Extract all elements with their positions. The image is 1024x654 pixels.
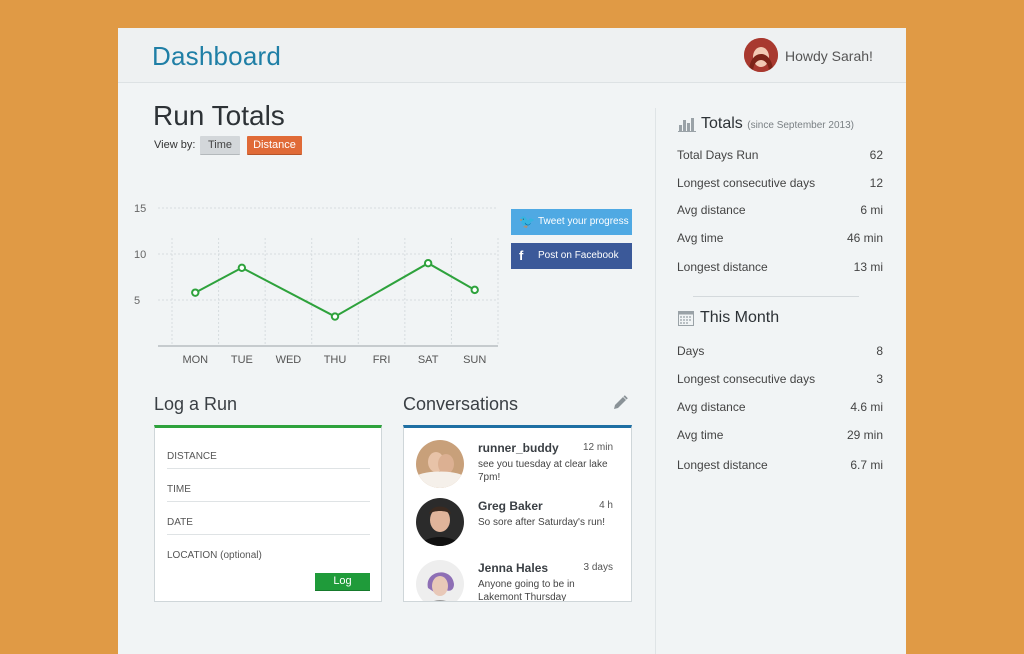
stat-label: Longest consecutive days xyxy=(677,372,816,386)
totals-row: Avg distance 6 mi xyxy=(677,203,883,217)
month-row: Longest distance 6.7 mi xyxy=(677,458,883,472)
tweet-progress-button[interactable]: 🐦 Tweet your progress xyxy=(511,209,632,235)
facebook-icon: f xyxy=(519,248,524,263)
stat-label: Total Days Run xyxy=(677,148,759,162)
data-point xyxy=(330,312,340,321)
month-row: Avg distance 4.6 mi xyxy=(677,400,883,414)
x-tick-label: MON xyxy=(182,354,208,366)
stat-label: Days xyxy=(677,344,705,358)
conversation-time: 3 days xyxy=(583,562,613,573)
conversation-name: runner_buddy xyxy=(478,441,559,455)
month-row: Days 8 xyxy=(677,344,883,358)
stat-value: 13 mi xyxy=(853,260,883,274)
post-facebook-button[interactable]: f Post on Facebook xyxy=(511,243,632,269)
stat-value: 6 mi xyxy=(860,203,883,217)
user-greeting[interactable]: Howdy Sarah! xyxy=(785,48,873,64)
page-title[interactable]: Dashboard xyxy=(152,41,281,72)
distance-field[interactable]: DISTANCE xyxy=(167,436,370,469)
y-tick-label: 10 xyxy=(134,249,146,261)
stat-label: Avg time xyxy=(677,231,724,245)
totals-row: Longest consecutive days 12 xyxy=(677,176,883,190)
user-avatar[interactable] xyxy=(744,38,778,72)
data-point xyxy=(423,258,433,268)
view-by-label: View by: xyxy=(154,139,196,151)
stat-value: 12 xyxy=(869,176,883,190)
avatar xyxy=(416,440,464,488)
stat-value: 3 xyxy=(876,372,883,386)
data-point xyxy=(470,285,479,295)
stat-value: 62 xyxy=(869,148,883,162)
totals-title-text: Totals xyxy=(701,115,743,132)
section-divider xyxy=(693,296,859,297)
stat-value: 6.7 mi xyxy=(850,458,883,472)
data-point xyxy=(237,263,247,273)
conversation-item[interactable]: runner_buddy 12 min see you tuesday at c… xyxy=(416,440,621,494)
y-tick-label: 5 xyxy=(134,295,140,307)
totals-row: Total Days Run 62 xyxy=(677,148,883,162)
stat-label: Longest distance xyxy=(677,458,768,472)
conversation-message: see you tuesday at clear lake 7pm! xyxy=(478,459,608,483)
x-tick-label: WED xyxy=(276,354,302,366)
series-line xyxy=(194,262,476,318)
conversation-item[interactable]: Jenna Hales 3 days Anyone going to be in… xyxy=(416,560,621,602)
stat-value: 29 min xyxy=(846,428,883,442)
twitter-icon: 🐦 xyxy=(519,214,536,229)
conversations-title: Conversations xyxy=(403,394,519,414)
location-field[interactable]: LOCATION (optional) xyxy=(167,535,370,568)
column-divider xyxy=(655,108,656,654)
conversation-message: Anyone going to be in Lakemont Thursday xyxy=(478,579,575,602)
x-tick-label: FRI xyxy=(373,354,391,366)
x-tick-label: SUN xyxy=(463,354,486,366)
run-totals-chart: 5 10 15 MON TUE WED THU FRI SAT SUN xyxy=(134,203,499,366)
conversation-message: So sore after Saturday's run! xyxy=(478,517,605,528)
log-run-form: DISTANCE TIME DATE LOCATION (optional) L… xyxy=(154,425,382,602)
x-tick-label: THU xyxy=(324,354,347,366)
data-point xyxy=(191,288,200,297)
avatar xyxy=(416,560,464,601)
conversations-list: runner_buddy 12 min see you tuesday at c… xyxy=(403,425,632,602)
stat-label: Longest consecutive days xyxy=(677,176,816,190)
x-tick-label: TUE xyxy=(231,354,253,366)
stat-value: 8 xyxy=(876,344,883,358)
run-totals-title: Run Totals xyxy=(153,100,285,131)
calendar-icon xyxy=(678,310,694,326)
time-field[interactable]: TIME xyxy=(167,469,370,502)
totals-row: Longest distance 13 mi xyxy=(677,260,883,274)
conversation-time: 4 h xyxy=(599,500,613,511)
stat-label: Avg distance xyxy=(677,203,746,217)
date-field[interactable]: DATE xyxy=(167,502,370,535)
stat-value: 46 min xyxy=(846,231,883,245)
stat-label: Avg distance xyxy=(677,400,746,414)
totals-title: Totals (since September 2013) xyxy=(701,115,854,133)
view-by-distance-button[interactable]: Distance xyxy=(247,136,302,155)
bar-chart-icon xyxy=(678,116,696,132)
totals-row: Avg time 46 min xyxy=(677,231,883,245)
conversation-item[interactable]: Greg Baker 4 h So sore after Saturday's … xyxy=(416,498,621,552)
avatar xyxy=(416,498,464,546)
x-tick-label: SAT xyxy=(418,354,439,366)
this-month-title: This Month xyxy=(700,309,780,326)
month-row: Avg time 29 min xyxy=(677,428,883,442)
top-bar: Dashboard Howdy Sarah! xyxy=(118,28,906,83)
month-row: Longest consecutive days 3 xyxy=(677,372,883,386)
tweet-progress-label: Tweet your progress xyxy=(538,216,629,227)
conversation-time: 12 min xyxy=(582,442,613,453)
conversation-name: Greg Baker xyxy=(478,499,543,513)
stat-label: Longest distance xyxy=(677,260,768,274)
log-run-title: Log a Run xyxy=(154,394,238,414)
totals-subtitle: (since September 2013) xyxy=(747,120,854,131)
dashboard-panel: Dashboard Howdy Sarah! Run Totals View b… xyxy=(118,28,906,654)
stat-value: 4.6 mi xyxy=(850,400,883,414)
post-facebook-label: Post on Facebook xyxy=(538,250,619,261)
view-by-time-button[interactable]: Time xyxy=(200,136,240,155)
log-button[interactable]: Log xyxy=(315,573,370,591)
compose-pencil-icon[interactable] xyxy=(611,394,629,412)
stat-label: Avg time xyxy=(677,428,724,442)
y-tick-label: 15 xyxy=(134,203,146,215)
conversation-name: Jenna Hales xyxy=(478,561,549,575)
